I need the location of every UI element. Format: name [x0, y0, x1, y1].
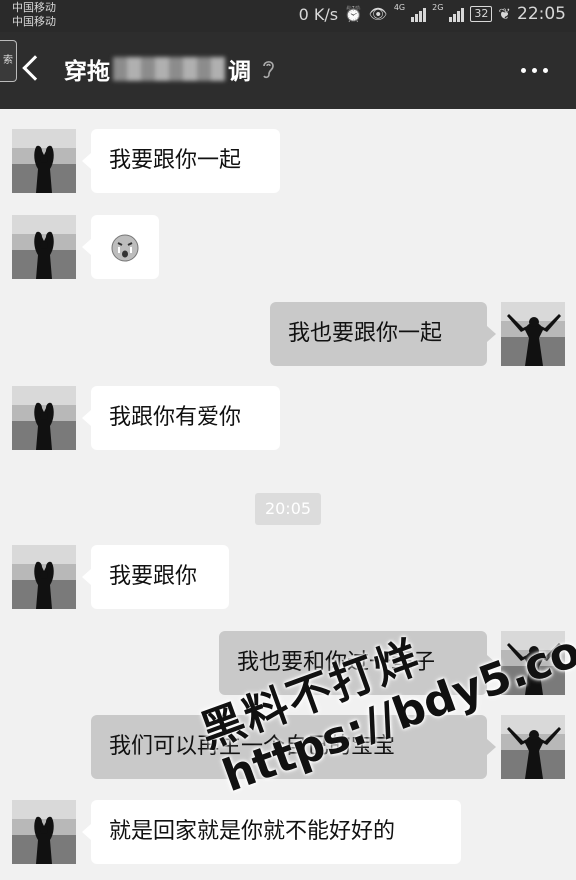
redacted-name: [113, 57, 225, 81]
back-arrow-icon[interactable]: [20, 54, 46, 84]
chat-header: 索 穿拖 调: [0, 32, 576, 109]
carrier-label-2: 中国移动: [12, 15, 56, 28]
alarm-icon: ⏰: [344, 5, 363, 23]
signal-icon: [411, 6, 427, 22]
message-bubble-outgoing[interactable]: 我们可以再生一个自己的宝宝: [91, 715, 496, 779]
message-bubble-incoming[interactable]: 就是回家就是你就不能好好的: [82, 800, 461, 864]
contact-avatar[interactable]: [12, 129, 76, 193]
carrier-label-1: 中国移动: [12, 1, 56, 14]
side-search-tab[interactable]: 索: [0, 40, 17, 82]
message-bubble-outgoing[interactable]: 我也要和你过一辈子: [219, 631, 496, 695]
status-icons: 0 K/s ⏰ 👁 4G 2G 32 ❦ 22:05: [298, 3, 566, 25]
crying-face-icon: [111, 234, 139, 262]
my-avatar[interactable]: [501, 302, 565, 366]
eye-icon: 👁: [368, 5, 388, 23]
more-icon[interactable]: [521, 68, 548, 73]
contact-avatar[interactable]: [12, 215, 76, 279]
contact-avatar[interactable]: [12, 545, 76, 609]
message-bubble-incoming[interactable]: 我要跟你一起: [82, 129, 280, 193]
battery-icon: 32: [470, 6, 493, 22]
my-avatar[interactable]: [501, 715, 565, 779]
contact-avatar[interactable]: [12, 386, 76, 450]
clock: 22:05: [517, 4, 566, 24]
status-bar: 中国移动 中国移动 0 K/s ⏰ 👁 4G 2G 32 ❦ 22:05: [0, 0, 576, 32]
network-type-1: 4G: [393, 3, 406, 12]
chat-title-suffix: 调: [228, 59, 251, 85]
my-avatar[interactable]: [501, 631, 565, 695]
contact-avatar[interactable]: [12, 800, 76, 864]
network-speed: 0 K/s: [298, 4, 339, 24]
message-bubble-incoming[interactable]: 我跟你有爱你: [82, 386, 280, 450]
signal-icon-2: [449, 6, 465, 22]
chat-title: 穿拖 调: [64, 54, 275, 85]
network-type-2: 2G: [432, 3, 444, 12]
message-bubble-incoming[interactable]: 我要跟你: [82, 545, 229, 609]
message-bubble-outgoing[interactable]: 我也要跟你一起: [270, 302, 496, 366]
message-bubble-emoji[interactable]: [82, 215, 159, 279]
ear-icon: [263, 61, 274, 79]
time-divider: 20:05: [255, 493, 321, 525]
message-list[interactable]: 我要跟你一起 我也要跟你一起 我跟你有爱你 20:05 我要跟你 我也要和你过一…: [0, 109, 576, 880]
chat-title-prefix: 穿拖: [64, 59, 110, 85]
leaf-icon: ❦: [498, 5, 511, 23]
